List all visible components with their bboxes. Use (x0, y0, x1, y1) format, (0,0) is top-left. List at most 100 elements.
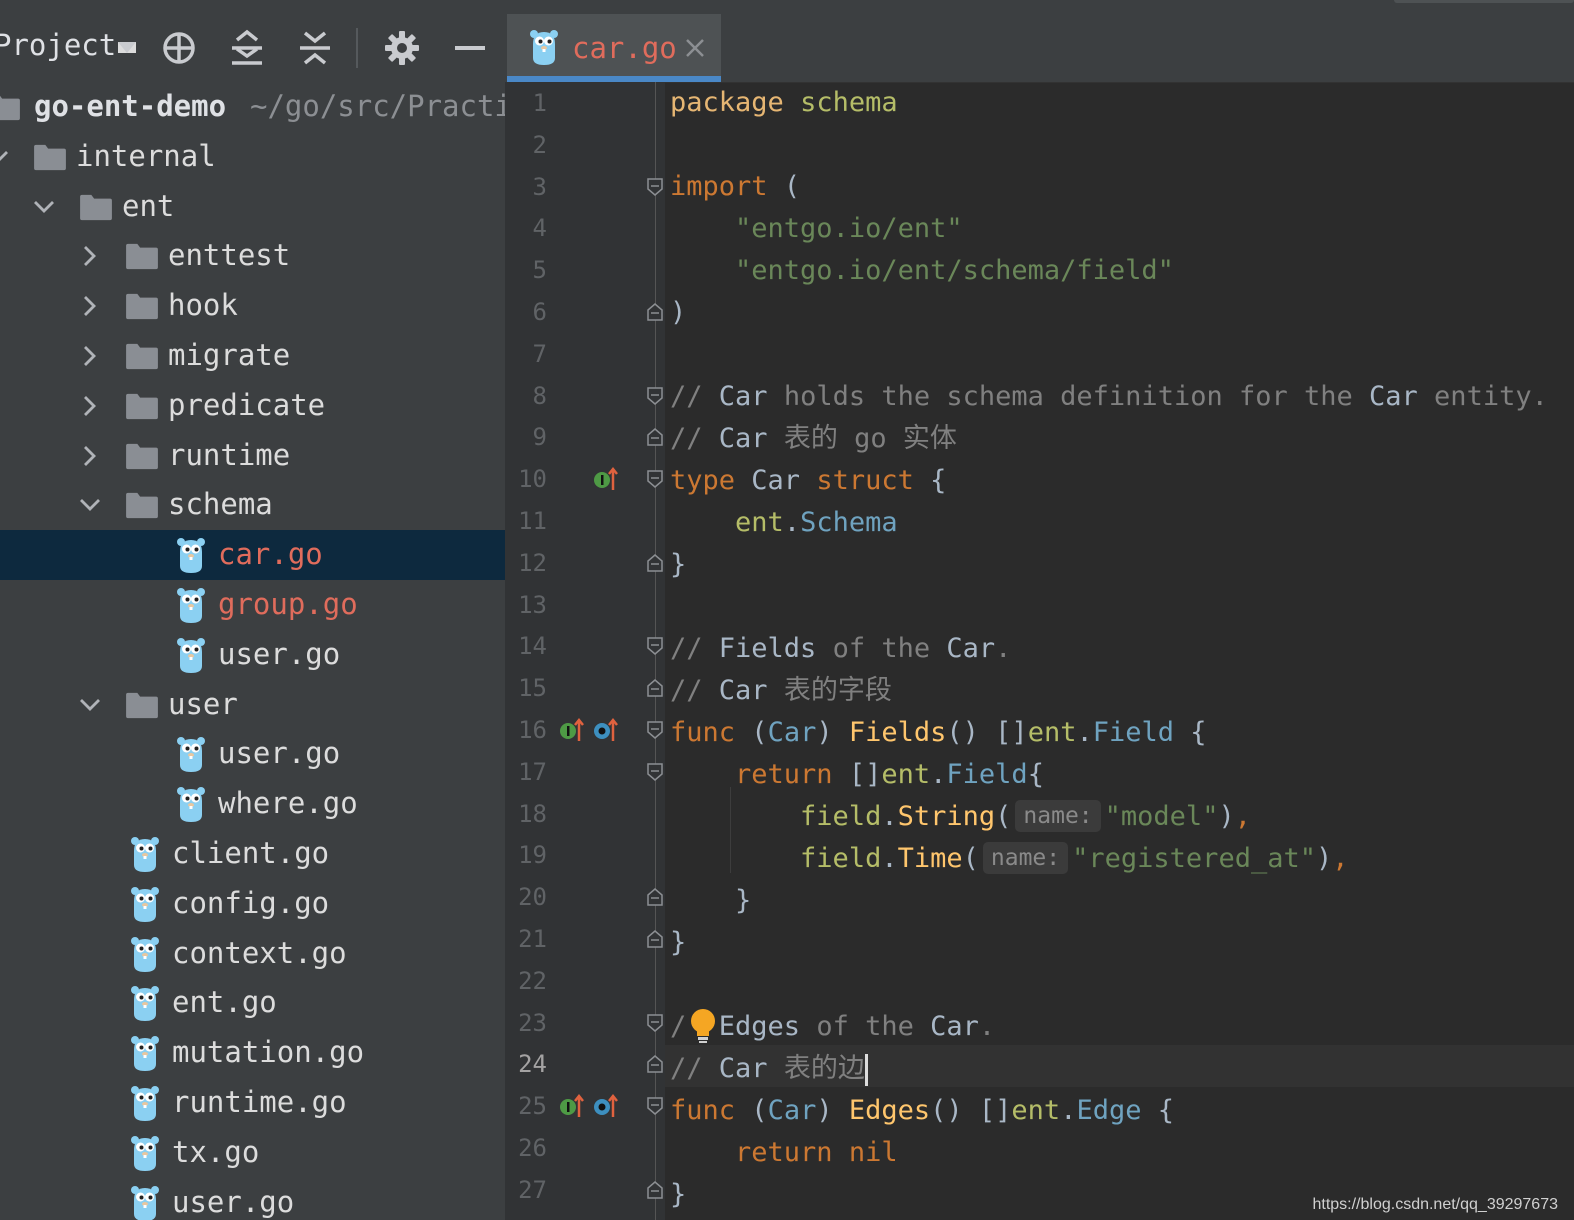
fold-close-icon[interactable] (646, 930, 664, 948)
fold-open-icon[interactable] (646, 470, 664, 489)
overridden-icon[interactable] (593, 717, 619, 743)
implemented-icon[interactable] (593, 466, 619, 492)
tree-item-where-go[interactable]: where.go (0, 779, 505, 829)
chevron-down-icon[interactable] (78, 693, 102, 717)
project-toolbar: Project (0, 14, 505, 82)
gear-icon[interactable] (383, 29, 421, 67)
window-top-strip (0, 0, 1574, 15)
gopher-icon (131, 1135, 159, 1171)
code-line-16: func (Car) Fields() []ent.Field { (670, 717, 1207, 748)
tree-item-config-go[interactable]: config.go (0, 879, 505, 929)
tree-item-label: tx.go (172, 1134, 260, 1169)
folder-icon (126, 692, 158, 718)
tree-item-group-go[interactable]: group.go (0, 580, 505, 630)
fold-close-icon[interactable] (646, 303, 664, 321)
chevron-down-icon[interactable] (0, 145, 10, 169)
code-line-8: // Car holds the schema definition for t… (670, 381, 1548, 412)
code-line-4: "entgo.io/ent" (735, 213, 963, 244)
fold-open-icon[interactable] (646, 1097, 664, 1116)
code-line-15: // Car 表的字段 (670, 675, 892, 706)
tree-item-label: context.go (172, 935, 347, 970)
line-number: 3 (532, 172, 547, 201)
fold-open-icon[interactable] (646, 637, 664, 656)
tree-item-label: where.go (218, 786, 358, 821)
fold-open-icon[interactable] (646, 386, 664, 405)
project-view-selector[interactable]: Project (0, 28, 137, 62)
line-number: 19 (518, 841, 547, 870)
chevron-right-icon[interactable] (78, 244, 102, 268)
overridden-icon[interactable] (593, 1093, 619, 1119)
collapse-all-icon[interactable] (296, 29, 334, 67)
tree-item-client-go[interactable]: client.go (0, 829, 505, 879)
tree-item-schema[interactable]: schema (0, 480, 505, 530)
implemented-icon[interactable] (559, 1093, 585, 1119)
tree-item-internal[interactable]: internal (0, 132, 505, 182)
code-line-12: } (670, 549, 687, 580)
implemented-icon[interactable] (559, 717, 585, 743)
code-line-14: // Fields of the Car. (670, 633, 1012, 664)
fold-close-icon[interactable] (646, 1055, 664, 1074)
tree-item-ent[interactable]: ent (0, 182, 505, 232)
tree-item-predicate[interactable]: predicate (0, 381, 505, 431)
gopher-icon (131, 1036, 159, 1072)
line-number: 10 (518, 465, 547, 494)
code-line-25: func (Car) Edges() []ent.Edge { (670, 1095, 1175, 1126)
code-editor: car.go 1 2 3 4 5 6 7 8 9 10 11 12 13 14 15 16 17 18 19 20 21… (505, 14, 1574, 1220)
tree-item-migrate[interactable]: migrate (0, 331, 505, 381)
tree-item-runtime-go[interactable]: runtime.go (0, 1078, 505, 1128)
fold-open-icon[interactable] (646, 763, 664, 781)
line-number: 23 (518, 1008, 547, 1037)
fold-close-icon[interactable] (646, 1180, 664, 1199)
tree-item-car-go[interactable]: car.go (0, 530, 505, 581)
line-number: 6 (532, 298, 547, 326)
fold-open-icon[interactable] (646, 1013, 664, 1032)
line-number: 7 (532, 339, 547, 368)
tree-item-label: ent.go (172, 985, 277, 1020)
code-line-11: ent.Schema (735, 507, 898, 538)
fold-close-icon[interactable] (646, 888, 664, 906)
locate-file-icon[interactable] (160, 29, 198, 67)
chevron-down-icon[interactable] (32, 195, 56, 219)
close-icon[interactable] (683, 36, 707, 60)
line-number: 26 (518, 1134, 547, 1162)
code-area[interactable]: package schema import ( "entgo.io/ent" "… (665, 82, 1574, 1220)
expand-all-icon[interactable] (228, 29, 266, 67)
tree-item-user-go[interactable]: user.go (0, 729, 505, 779)
chevron-right-icon[interactable] (78, 294, 102, 318)
chevron-right-icon[interactable] (78, 444, 102, 468)
fold-open-icon[interactable] (646, 177, 664, 196)
tree-item-user-go[interactable]: user.go (0, 1178, 505, 1220)
tree-item-label: predicate (168, 387, 326, 422)
fold-close-icon[interactable] (646, 679, 664, 697)
chevron-down-icon[interactable] (78, 493, 102, 517)
tab-car-go[interactable]: car.go (507, 14, 721, 82)
line-number: 4 (532, 214, 547, 243)
tree-item-label: group.go (218, 587, 358, 621)
tree-item-mutation-go[interactable]: mutation.go (0, 1028, 505, 1078)
code-line-17: return []ent.Field{ (735, 759, 1044, 790)
fold-close-icon[interactable] (646, 428, 664, 447)
tree-item-hook[interactable]: hook (0, 281, 505, 331)
fold-open-icon[interactable] (646, 721, 664, 739)
tree-item-go-ent-demo[interactable]: go-ent-demo ~/go/src/Practi (0, 82, 505, 132)
fold-close-icon[interactable] (646, 553, 664, 572)
folder-icon (126, 343, 158, 370)
hide-panel-icon[interactable] (451, 29, 489, 67)
tree-item-context-go[interactable]: context.go (0, 929, 505, 979)
chevron-right-icon[interactable] (78, 394, 102, 418)
tree-item-ent-go[interactable]: ent.go (0, 978, 505, 1028)
tab-label: car.go (572, 31, 677, 65)
code-line-1: package schema (670, 87, 898, 118)
tree-item-tx-go[interactable]: tx.go (0, 1128, 505, 1178)
folder-icon (126, 244, 158, 270)
tree-item-enttest[interactable]: enttest (0, 231, 505, 281)
code-line-9: // Car 表的 go 实体 (670, 423, 957, 454)
lightbulb-icon[interactable] (688, 1008, 718, 1044)
tree-item-runtime[interactable]: runtime (0, 431, 505, 481)
tree-item-user-go[interactable]: user.go (0, 630, 505, 680)
gopher-icon (131, 986, 159, 1022)
chevron-right-icon[interactable] (78, 344, 102, 368)
parameter-hint: name: (982, 842, 1069, 874)
tree-item-label: config.go (172, 885, 330, 920)
tree-item-user[interactable]: user (0, 680, 505, 730)
